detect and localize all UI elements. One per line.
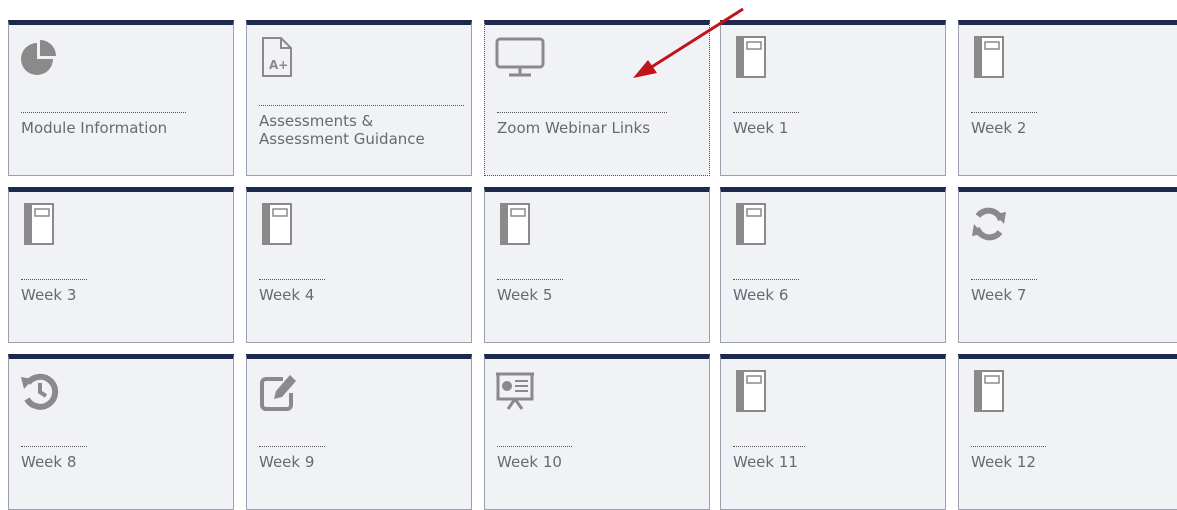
tile-divider	[259, 446, 325, 447]
tile-week-5[interactable]: Week 5	[484, 187, 710, 343]
notebook-icon	[736, 36, 766, 78]
tile-week-10[interactable]: Week 10	[484, 354, 710, 510]
notebook-icon	[24, 203, 54, 245]
tile-label: Week 9	[259, 453, 315, 471]
tile-assessments[interactable]: A+ Assessments & Assessment Guidance	[246, 20, 472, 176]
presentation-icon	[496, 372, 534, 410]
tile-label: Week 11	[733, 453, 798, 471]
tile-label: Week 5	[497, 286, 553, 304]
notebook-icon	[262, 203, 292, 245]
notebook-icon	[974, 36, 1004, 78]
notebook-icon	[500, 203, 530, 245]
tile-divider	[733, 446, 805, 447]
tile-week-7[interactable]: Week 7	[958, 187, 1177, 343]
tile-label: Assessments & Assessment Guidance	[259, 112, 425, 148]
tile-module-information[interactable]: Module Information	[8, 20, 234, 176]
tile-label: Week 12	[971, 453, 1036, 471]
tile-divider	[259, 105, 464, 106]
tile-divider	[733, 112, 799, 113]
edit-icon	[260, 375, 296, 411]
tile-divider	[497, 446, 572, 447]
tile-label: Module Information	[21, 119, 168, 137]
tile-label: Week 10	[497, 453, 562, 471]
tile-label: Zoom Webinar Links	[497, 119, 651, 137]
svg-text:A+: A+	[269, 58, 288, 72]
tile-divider	[971, 446, 1046, 447]
tile-divider	[21, 279, 87, 280]
tile-zoom-webinar-links[interactable]: Zoom Webinar Links	[484, 20, 710, 176]
tile-divider	[21, 112, 186, 113]
tile-divider	[497, 279, 563, 280]
notebook-icon	[736, 203, 766, 245]
tile-week-9[interactable]: Week 9	[246, 354, 472, 510]
a-plus-document-icon: A+	[262, 37, 292, 77]
tile-label: Week 1	[733, 119, 789, 137]
module-tile-grid: Module Information A+ Assessments & Asse…	[8, 20, 1177, 510]
tile-label: Week 3	[21, 286, 77, 304]
tile-label: Week 8	[21, 453, 77, 471]
tile-label: Week 4	[259, 286, 315, 304]
tile-week-6[interactable]: Week 6	[720, 187, 946, 343]
tile-week-12[interactable]: Week 12	[958, 354, 1177, 510]
tile-label: Week 2	[971, 119, 1027, 137]
refresh-icon	[972, 207, 1006, 241]
tile-divider	[971, 112, 1037, 113]
tile-divider	[21, 446, 87, 447]
pie-chart-icon	[21, 40, 56, 75]
tile-week-3[interactable]: Week 3	[8, 187, 234, 343]
tile-divider	[497, 112, 667, 113]
notebook-icon	[974, 370, 1004, 412]
monitor-icon	[495, 37, 545, 77]
tile-week-4[interactable]: Week 4	[246, 187, 472, 343]
tile-label: Week 7	[971, 286, 1027, 304]
tile-divider	[971, 279, 1037, 280]
tile-divider	[259, 279, 325, 280]
tile-divider	[733, 279, 799, 280]
tile-week-2[interactable]: Week 2	[958, 20, 1177, 176]
notebook-icon	[736, 370, 766, 412]
tile-week-11[interactable]: Week 11	[720, 354, 946, 510]
tile-label: Week 6	[733, 286, 789, 304]
tile-week-8[interactable]: Week 8	[8, 354, 234, 510]
tile-week-1[interactable]: Week 1	[720, 20, 946, 176]
history-icon	[21, 373, 59, 410]
